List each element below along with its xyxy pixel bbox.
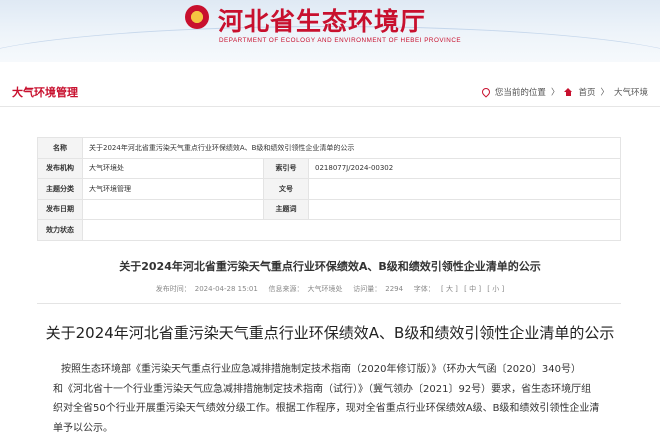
docno-value <box>308 178 621 200</box>
info-row-org: 发布机构 大气环境处 索引号 0218077J/2024-00302 <box>37 157 621 179</box>
breadcrumb-prefix: 您当前的位置 <box>494 88 546 98</box>
status-value <box>82 219 621 241</box>
article-line: 单予以公示。 <box>53 422 113 434</box>
category-label: 主题分类 <box>37 178 83 200</box>
breadcrumb: 您当前的位置 〉 首页 〉 大气环境 <box>480 86 648 98</box>
breadcrumb-air-link[interactable]: 大气环境 <box>614 86 648 98</box>
category-value: 大气环境管理 <box>82 178 264 200</box>
article-line: 和《河北省十一个行业重污染天气应急减排措施制定技术指南（试行）》（冀气领办〔20… <box>53 383 592 395</box>
date-label: 发布日期 <box>37 198 83 220</box>
site-subtitle: DEPARTMENT OF ECOLOGY AND ENVIRONMENT OF… <box>219 37 462 44</box>
source-value: 大气环境处 <box>307 285 343 293</box>
section-bar: 大气环境管理 您当前的位置 〉 首页 〉 大气环境 <box>0 78 660 107</box>
divider <box>37 303 621 304</box>
org-label: 发布机构 <box>37 157 83 179</box>
published-value: 2024-04-28 15:01 <box>194 285 258 293</box>
document-title: 关于2024年河北省重污染天气重点行业环保绩效A、B级和绩效引领性企业清单的公示 <box>119 260 541 273</box>
keyword-value <box>308 198 621 220</box>
article-title: 关于2024年河北省重污染天气重点行业环保绩效A、B级和绩效引领性企业清单的公示 <box>45 324 615 342</box>
index-value: 0218077J/2024-00302 <box>308 157 621 179</box>
breadcrumb-separator: 〉 <box>600 88 609 98</box>
org-value: 大气环境处 <box>82 157 264 179</box>
section-title[interactable]: 大气环境管理 <box>12 84 78 100</box>
published-label: 发布时间： <box>155 285 191 293</box>
article-meta: 发布时间： 2024-04-28 15:01 信息来源： 大气环境处 访问量： 229… <box>0 284 660 294</box>
article-line: 按照生态环境部《重污染天气重点行业应急减排措施制定技术指南（2020年修订版）》… <box>61 364 581 375</box>
keyword-label: 主题词 <box>263 198 309 220</box>
article-body: 按照生态环境部《重污染天气重点行业应急减排措施制定技术指南（2020年修订版）》… <box>53 360 640 438</box>
name-value: 关于2024年河北省重污染天气重点行业环保绩效A、B级和绩效引领性企业清单的公示 <box>82 137 621 159</box>
info-row-category: 主题分类 大气环境管理 文号 <box>37 178 621 200</box>
source-label: 信息来源： <box>268 285 304 293</box>
font-large-button[interactable]: [ 大 ] <box>441 285 458 293</box>
breadcrumb-home-link[interactable]: 首页 <box>578 86 595 98</box>
info-row-name: 名称 关于2024年河北省重污染天气重点行业环保绩效A、B级和绩效引领性企业清单… <box>37 137 621 159</box>
date-value <box>82 198 264 220</box>
status-label: 效力状态 <box>37 219 83 241</box>
article-line: 织对全省50个行业开展重污染天气绩效分级工作。根据工作程序，现对全省重点行业环保… <box>53 403 600 414</box>
home-icon <box>564 88 573 96</box>
location-pin-icon <box>480 86 492 98</box>
name-label: 名称 <box>37 137 83 159</box>
breadcrumb-separator: 〉 <box>550 88 560 98</box>
views-label: 访问量： <box>353 285 382 293</box>
site-banner: 河北省生态环境厅 DEPARTMENT OF ECOLOGY AND ENVIR… <box>0 0 660 62</box>
font-size-label: 字体： <box>413 285 435 293</box>
document-info-table: 名称 关于2024年河北省重污染天气重点行业环保绩效A、B级和绩效引领性企业清单… <box>37 137 621 241</box>
info-row-date: 发布日期 主题词 <box>37 198 621 220</box>
index-label: 索引号 <box>263 157 309 179</box>
info-row-status: 效力状态 <box>37 219 621 241</box>
national-emblem-icon <box>185 5 209 29</box>
views-value: 2294 <box>385 285 404 293</box>
font-small-button[interactable]: [ 小 ] <box>487 285 504 293</box>
font-medium-button[interactable]: [ 中 ] <box>464 285 481 293</box>
docno-label: 文号 <box>263 178 309 200</box>
site-title[interactable]: 河北省生态环境厅 <box>218 2 426 38</box>
